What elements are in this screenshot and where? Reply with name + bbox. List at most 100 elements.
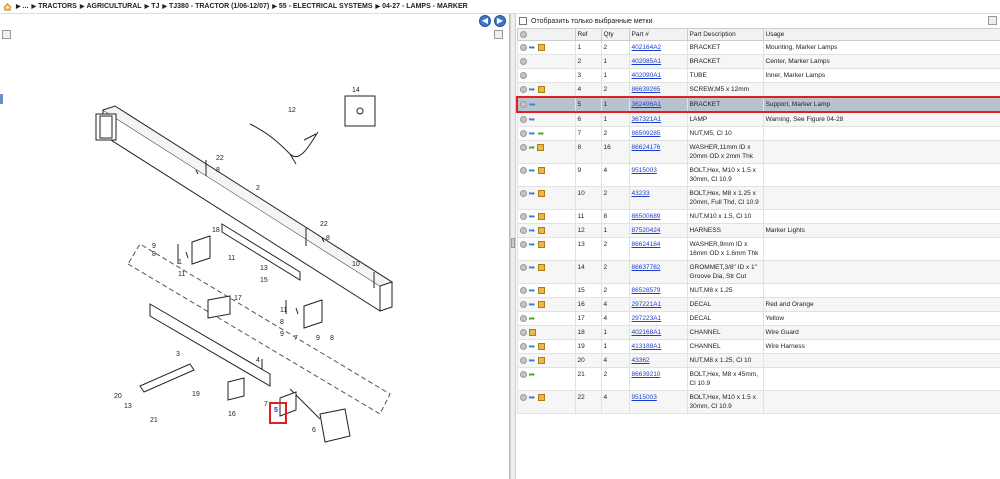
- cell-part[interactable]: 87520424: [628, 223, 688, 238]
- settings-icon[interactable]: [519, 30, 527, 38]
- part-number-link[interactable]: 86637782: [632, 264, 661, 271]
- diagram-callout[interactable]: 16: [228, 411, 236, 418]
- diagram-callout[interactable]: 19: [192, 391, 200, 398]
- header-qty[interactable]: Qty: [600, 28, 630, 41]
- cell-part[interactable]: 86624176: [628, 140, 688, 164]
- table-row[interactable]: ➥ 16 4 297221A1 DECAL Red and Orange: [516, 297, 1000, 312]
- breadcrumb-item[interactable]: AGRICULTURAL: [86, 3, 141, 10]
- home-icon[interactable]: [3, 2, 12, 11]
- info-circle-icon[interactable]: [519, 328, 527, 336]
- locate-arrow-icon[interactable]: ➥: [529, 212, 536, 220]
- green-arrow-icon[interactable]: ➦: [538, 129, 545, 137]
- box-icon[interactable]: [537, 143, 545, 151]
- diagram-callout[interactable]: 7: [294, 335, 298, 342]
- diagram-callout[interactable]: 20: [114, 393, 122, 400]
- cell-part[interactable]: 86528579: [628, 283, 688, 298]
- diagram-callout[interactable]: 15: [260, 277, 268, 284]
- diagram-callout[interactable]: 12: [288, 107, 296, 114]
- part-number-link[interactable]: 362496A1: [632, 101, 662, 108]
- part-number-link[interactable]: 297223A1: [632, 315, 662, 322]
- cell-part[interactable]: 9515003: [628, 390, 688, 414]
- info-circle-icon[interactable]: [519, 71, 527, 79]
- info-circle-icon[interactable]: [519, 226, 527, 234]
- header-desc[interactable]: Part Description: [686, 28, 764, 41]
- info-circle-icon[interactable]: [519, 342, 527, 350]
- diagram-callout[interactable]: 8: [152, 251, 156, 258]
- table-row[interactable]: 2 1 402085A1 BRACKET Center, Marker Lamps: [516, 54, 1000, 69]
- part-number-link[interactable]: 86639265: [632, 86, 661, 93]
- info-circle-icon[interactable]: [519, 286, 527, 294]
- info-circle-icon[interactable]: [519, 314, 527, 322]
- info-circle-icon[interactable]: [519, 212, 527, 220]
- part-number-link[interactable]: 9515003: [632, 167, 657, 174]
- part-number-link[interactable]: 402090A1: [632, 72, 662, 79]
- box-icon[interactable]: [537, 212, 545, 220]
- part-number-link[interactable]: 86509285: [632, 130, 661, 137]
- diagram-callout[interactable]: 3: [176, 351, 180, 358]
- diagram-callout[interactable]: 9: [152, 243, 156, 250]
- diagram-callout[interactable]: 9: [280, 331, 284, 338]
- box-icon[interactable]: [537, 393, 545, 401]
- diagram-callout[interactable]: 8: [280, 319, 284, 326]
- table-row[interactable]: ➥ 6 1 367321A1 LAMP Warning, See Figure 04-28: [516, 111, 1000, 127]
- locate-arrow-icon[interactable]: ➥: [529, 85, 536, 93]
- table-row[interactable]: 18 1 402168A1 CHANNEL Wire Guard: [516, 325, 1000, 340]
- part-number-link[interactable]: 297221A1: [632, 301, 662, 308]
- info-circle-icon[interactable]: [519, 370, 527, 378]
- box-icon[interactable]: [537, 356, 545, 364]
- box-icon[interactable]: [528, 328, 536, 336]
- table-row[interactable]: ➥ 14 2 86637782 GROMMET,3/8" ID x 1" Groove …: [516, 260, 1000, 284]
- cell-part[interactable]: 86639210: [628, 367, 688, 391]
- diagram-callout[interactable]: 22: [320, 221, 328, 228]
- table-row[interactable]: ➥ 20 4 43362 NUT,M8 x 1.25, Cl 10: [516, 353, 1000, 368]
- box-icon[interactable]: [537, 226, 545, 234]
- green-arrow-icon[interactable]: ➦: [529, 370, 536, 378]
- locate-arrow-icon[interactable]: ➥: [529, 189, 536, 197]
- table-row[interactable]: ➥ 9 4 9515003 BOLT,Hex, M10 x 1.5 x 30mm, Cl…: [516, 163, 1000, 187]
- diagram-callout[interactable]: 14: [352, 87, 360, 94]
- part-number-link[interactable]: 87520424: [632, 227, 661, 234]
- cell-part[interactable]: 402168A1: [628, 325, 688, 340]
- diagram-callout[interactable]: 8: [216, 167, 220, 174]
- part-number-link[interactable]: 86624176: [632, 144, 661, 151]
- diagram-callout[interactable]: 2: [256, 185, 260, 192]
- locate-arrow-icon[interactable]: ➥: [529, 226, 536, 234]
- locate-arrow-icon[interactable]: ➥: [529, 100, 536, 108]
- green-arrow-icon[interactable]: ➦: [529, 314, 536, 322]
- info-circle-icon[interactable]: [519, 129, 527, 137]
- box-icon[interactable]: [537, 300, 545, 308]
- diagram-callout[interactable]: 11: [178, 271, 185, 278]
- table-row[interactable]: ➥ ➦ 7 2 86509285 NUT,M5, Cl 10: [516, 126, 1000, 141]
- diagram-callout[interactable]: 4: [256, 357, 260, 364]
- diagram-callout[interactable]: 11: [228, 255, 235, 262]
- breadcrumb-item[interactable]: 04-27 - LAMPS - MARKER: [382, 3, 468, 10]
- header-ref[interactable]: Ref: [574, 28, 602, 41]
- box-icon[interactable]: [537, 166, 545, 174]
- table-row[interactable]: ➥ 13 2 86624184 WASHER,9mm ID x 16mm OD x 1.…: [516, 237, 1000, 261]
- diagram-callout[interactable]: 1: [178, 259, 182, 266]
- breadcrumb-item[interactable]: ...: [23, 3, 29, 10]
- locate-arrow-icon[interactable]: ➥: [529, 393, 536, 401]
- cell-part[interactable]: 297221A1: [628, 297, 688, 312]
- box-icon[interactable]: [537, 286, 545, 294]
- part-number-link[interactable]: 413188A1: [632, 343, 662, 350]
- splitter-grip[interactable]: [511, 238, 515, 248]
- table-row[interactable]: ➦ 8 16 86624176 WASHER,11mm ID x 20mm OD x 2…: [516, 140, 1000, 164]
- table-row[interactable]: ➥ 1 2 402164A2 BRACKET Mounting, Marker Lamps: [516, 40, 1000, 55]
- cell-part[interactable]: 402090A1: [628, 68, 688, 83]
- cell-part[interactable]: 86624184: [628, 237, 688, 261]
- table-row[interactable]: ➥ 11 8 86500689 NUT,M10 x 1.5, Cl 10: [516, 209, 1000, 224]
- info-circle-icon[interactable]: [519, 356, 527, 364]
- part-number-link[interactable]: 402085A1: [632, 58, 662, 65]
- part-number-link[interactable]: 367321A1: [632, 116, 662, 123]
- green-arrow-icon[interactable]: ➦: [529, 143, 536, 151]
- header-usage[interactable]: Usage: [762, 28, 1000, 41]
- part-number-link[interactable]: 402168A1: [632, 329, 662, 336]
- box-icon[interactable]: [537, 43, 545, 51]
- info-circle-icon[interactable]: [519, 263, 527, 271]
- info-circle-icon[interactable]: [519, 189, 527, 197]
- diagram-callout[interactable]: 13: [260, 265, 268, 272]
- cell-part[interactable]: 367321A1: [628, 111, 688, 127]
- diagram-callout[interactable]: 6: [312, 427, 316, 434]
- table-row[interactable]: ➥ 22 4 9515003 BOLT,Hex, M10 x 1.5 x 30mm, C…: [516, 390, 1000, 414]
